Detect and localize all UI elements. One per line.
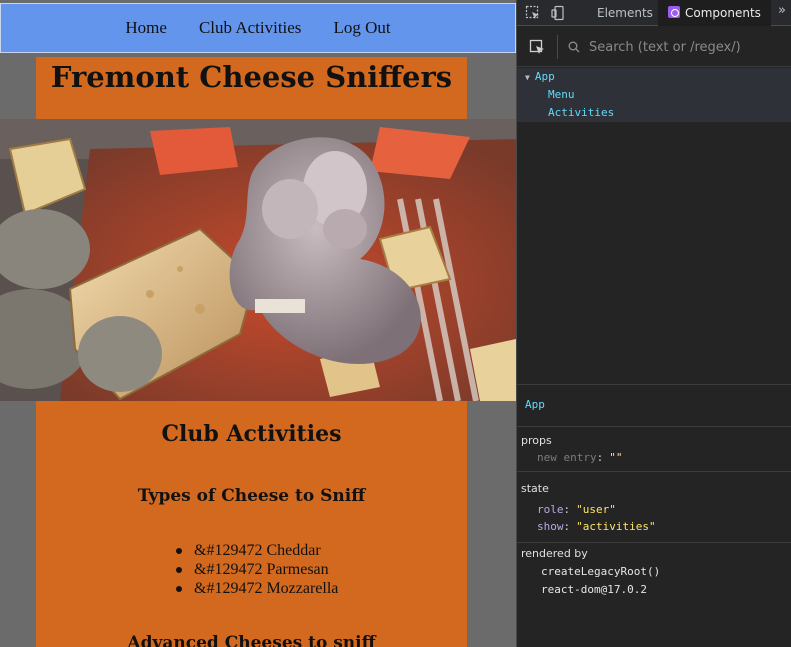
tab-components-label: Components — [685, 6, 761, 20]
divider — [557, 35, 558, 59]
rendered-by-title: rendered by — [521, 547, 588, 560]
inspect-element-icon[interactable] — [525, 5, 541, 21]
component-tree: ▼ App Menu Activities — [517, 68, 791, 384]
prop-value[interactable]: "" — [609, 451, 622, 464]
advanced-cheeses-heading: Advanced Cheeses to sniff — [127, 633, 376, 647]
tree-node-app[interactable]: ▼ App — [517, 68, 791, 86]
tree-node-activities[interactable]: Activities — [517, 104, 791, 122]
tree-node-menu[interactable]: Menu — [517, 86, 791, 104]
hero-image — [0, 119, 516, 401]
search-input[interactable] — [589, 38, 784, 56]
nav-bar: Home Club Activities Log Out — [0, 3, 516, 53]
activities-panel: Club Activities Types of Cheese to Sniff… — [36, 401, 467, 647]
state-title: state — [521, 482, 549, 495]
cheese-types-heading: Types of Cheese to Sniff — [137, 486, 366, 506]
inspector-header: App — [517, 385, 791, 427]
section-title: Club Activities — [161, 421, 342, 447]
list-item: &#129472 Parmesan — [176, 560, 338, 579]
select-component-icon[interactable] — [529, 39, 546, 56]
search-icon — [568, 41, 580, 53]
list-item: &#129472 Cheddar — [176, 541, 338, 560]
caret-down-icon[interactable]: ▼ — [525, 73, 530, 82]
component-inspector: App props new entry: "" state role: "user"… — [517, 384, 791, 647]
prop-key: new entry — [537, 451, 597, 464]
selected-component-name: App — [525, 398, 545, 411]
double-chevron-icon[interactable]: » — [778, 3, 786, 18]
state-key: show — [537, 520, 564, 533]
state-row[interactable]: role: "user" — [537, 503, 616, 516]
prop-row[interactable]: new entry: "" — [537, 451, 622, 464]
component-search-bar — [517, 27, 791, 67]
tab-components[interactable]: Components — [658, 0, 771, 26]
tab-elements[interactable]: Elements — [587, 0, 663, 26]
nav-link-log-out[interactable]: Log Out — [333, 18, 390, 38]
nav-link-home[interactable]: Home — [125, 18, 167, 38]
cheese-sniffer-illustration — [0, 119, 516, 401]
title-banner: Fremont Cheese Sniffers — [36, 57, 467, 119]
list-item: &#129472 Mozzarella — [176, 579, 338, 598]
tree-node-label: App — [534, 70, 555, 83]
state-value[interactable]: "activities" — [576, 520, 655, 533]
site-title: Fremont Cheese Sniffers — [50, 60, 453, 94]
device-toolbar-icon[interactable] — [551, 5, 567, 21]
state-row[interactable]: show: "activities" — [537, 520, 656, 533]
cheese-list: &#129472 Cheddar &#129472 Parmesan &#129… — [176, 541, 338, 598]
devtools-tab-bar: Elements Components » — [517, 0, 791, 26]
devtools-panel: Elements Components » ▼ App Menu Activiti… — [516, 0, 791, 647]
props-section: props new entry: "" — [517, 427, 791, 472]
state-value[interactable]: "user" — [576, 503, 616, 516]
rendered-by-section: rendered by createLegacyRoot() react-dom… — [517, 544, 791, 647]
rendered-by-item[interactable]: createLegacyRoot() — [541, 565, 660, 578]
rendered-by-item[interactable]: react-dom@17.0.2 — [541, 583, 647, 596]
state-section: state role: "user" show: "activities" — [517, 473, 791, 543]
state-key: role — [537, 503, 564, 516]
props-title: props — [521, 434, 552, 447]
react-icon — [668, 6, 680, 18]
web-page: Home Club Activities Log Out Fremont Che… — [0, 0, 516, 647]
nav-link-club-activities[interactable]: Club Activities — [199, 18, 301, 38]
